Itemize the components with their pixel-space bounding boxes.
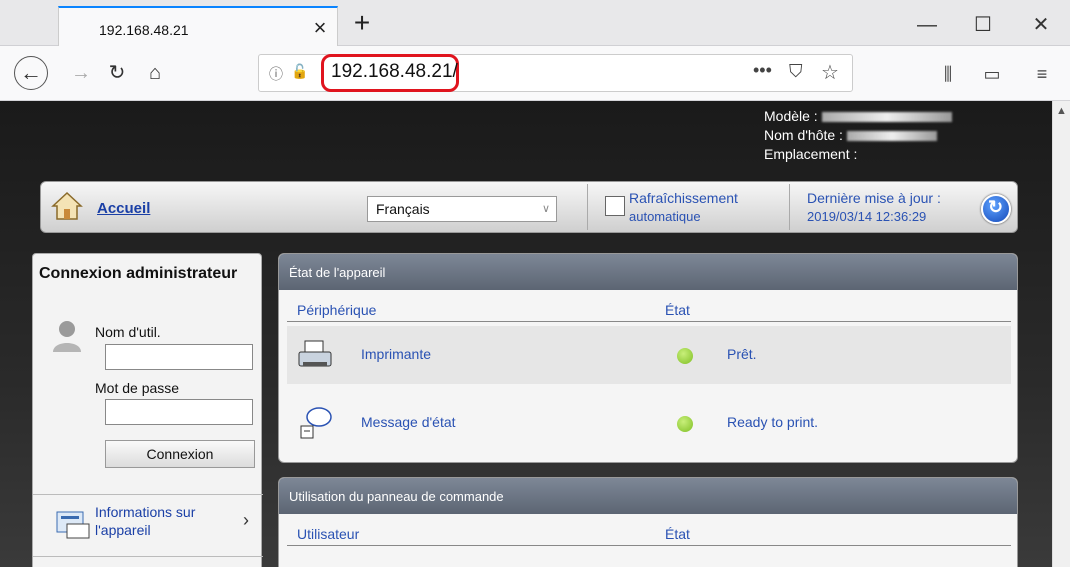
library-icon[interactable]: ⫼ [932,58,964,90]
language-select[interactable]: Français ∨ [367,196,557,222]
scroll-up-icon[interactable]: ▲ [1056,105,1067,117]
auto-refresh-label: Rafraîchissement [629,190,738,206]
status-ok-icon [677,348,693,364]
device-status: Prêt. [727,346,757,362]
location-label: Emplacement : [764,146,858,162]
insecure-lock-icon[interactable]: 🔓 [291,63,311,83]
maximize-icon[interactable]: ☐ [968,10,998,40]
device-info-icon [56,511,90,539]
login-button[interactable]: Connexion [105,440,255,468]
device-header-info: Modèle : Nom d'hôte : Emplacement : [764,107,952,164]
vertical-scrollbar[interactable]: ▲ [1052,101,1070,567]
info-icon[interactable]: ⓘ [269,64,287,82]
browser-tab[interactable]: 192.168.48.21 × [58,6,338,47]
col-user: Utilisateur [297,526,360,542]
minimize-icon[interactable]: — [912,10,942,40]
admin-login-sidebar: Connexion administrateur Nom d'util. Mot… [32,253,263,567]
web-page: Modèle : Nom d'hôte : Emplacement : Accu… [0,101,1052,567]
column-headers: Utilisateur État [287,524,1011,546]
control-panel-usage-panel: Utilisation du panneau de commande Utili… [278,477,1018,567]
table-row[interactable]: Message d'état Ready to print. [287,394,1011,452]
redacted-value [821,112,952,123]
url-text[interactable]: 192.168.48.21/ [331,61,458,83]
divider [789,184,790,230]
device-status: Ready to print. [727,414,819,430]
printer-icon [298,340,332,367]
new-tab-button[interactable]: + [346,8,378,40]
table-row[interactable]: Imprimante Prêt. [287,326,1011,384]
col-status: État [665,302,690,318]
tab-bar: 192.168.48.21 × + — ☐ ✕ [0,0,1070,47]
model-label: Modèle : [764,108,818,124]
sidebar-toggle-icon[interactable]: ▭ [976,58,1008,90]
password-input[interactable] [105,399,253,425]
more-actions-icon[interactable]: ••• [753,60,772,81]
last-update-label: Dernière mise à jour : [807,190,941,206]
window-close-icon[interactable]: ✕ [1026,10,1056,40]
reload-icon[interactable]: ↻ [100,56,134,90]
last-update-time: 2019/03/14 12:36:29 [807,209,927,224]
device-name[interactable]: Imprimante [361,346,431,362]
bookmark-star-icon[interactable]: ☆ [821,60,845,84]
pocket-icon[interactable]: ⛉ [789,61,811,83]
browser-window: 192.168.48.21 × + — ☐ ✕ ← → ↻ ⌂ ⓘ 🔓 192.… [0,0,1070,567]
auto-refresh-label-2: automatique [629,209,701,224]
column-headers: Périphérique État [287,300,1011,322]
auto-refresh-checkbox[interactable] [605,196,625,216]
language-value: Français [376,201,430,217]
chevron-down-icon: ∨ [541,203,550,215]
divider [587,184,588,230]
home-icon[interactable]: ⌂ [138,56,172,90]
chevron-right-icon[interactable]: › [243,510,249,531]
host-label: Nom d'hôte : [764,127,843,143]
device-name[interactable]: Message d'état [361,414,456,430]
forward-icon[interactable]: → [64,56,98,90]
device-status-panel: État de l'appareil Périphérique État Imp… [278,253,1018,463]
refresh-icon: ↻ [988,197,1004,217]
menu-icon[interactable]: ≡ [1026,58,1058,90]
device-info-link-2[interactable]: l'appareil [95,522,151,538]
device-info-link[interactable]: Informations sur [95,504,195,520]
close-tab-icon[interactable]: × [309,17,331,39]
panel-title: Utilisation du panneau de commande [279,478,1017,514]
refresh-button[interactable]: ↻ [981,194,1011,224]
panel-title: État de l'appareil [279,254,1017,290]
home-link[interactable]: Accueil [97,200,150,217]
back-icon[interactable]: ← [14,56,48,90]
navigation-bar: ← → ↻ ⌂ ⓘ 🔓 192.168.48.21/ ••• ⛉ ☆ ⫼ ▭ ≡ [0,46,1070,101]
divider [33,494,263,495]
tab-title: 192.168.48.21 [99,22,189,38]
col-device: Périphérique [297,302,377,318]
col-status: État [665,526,690,542]
username-input[interactable] [105,344,253,370]
username-label: Nom d'util. [95,324,161,340]
house-icon[interactable] [51,190,83,222]
message-bubble-icon [300,407,332,439]
url-bar[interactable]: ⓘ 🔓 192.168.48.21/ ••• ⛉ ☆ [258,54,853,92]
top-toolbar: Accueil Français ∨ Rafraîchissement auto… [40,181,1018,233]
redacted-value [846,131,937,142]
password-label: Mot de passe [95,380,180,396]
login-title: Connexion administrateur [39,265,238,282]
divider [33,556,263,557]
status-ok-icon [677,416,693,432]
user-avatar-icon [53,321,81,352]
